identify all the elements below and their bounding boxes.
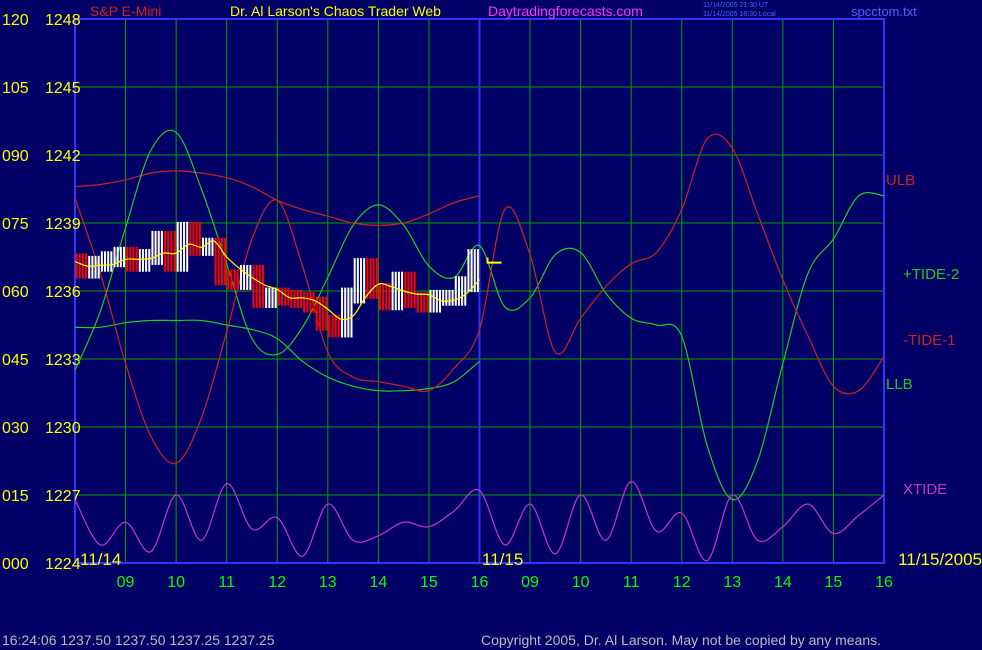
x-tick: 16 [875, 574, 893, 591]
y-tick-right: 1233 [45, 352, 81, 369]
series-label: ULB [886, 172, 915, 189]
x-tick: 10 [167, 574, 185, 591]
series-label: XTIDE [903, 481, 947, 498]
y-tick-right: 1227 [45, 488, 81, 505]
series-label: +TIDE-2 [903, 266, 959, 283]
y-tick-left: 105 [2, 80, 29, 97]
series-label: LLB [886, 376, 913, 393]
x-tick: 14 [774, 574, 792, 591]
chart-grid [74, 18, 885, 564]
x-tick: 11 [218, 574, 235, 591]
x-tick: 11 [623, 574, 640, 591]
y-tick-right: 1224 [45, 556, 81, 573]
y-tick-left: 045 [2, 352, 29, 369]
y-tick-right: 1236 [45, 284, 81, 301]
x-tick: 15 [420, 574, 438, 591]
y-tick-right: 1248 [45, 12, 81, 29]
price-chart: 000 1224 015 1227 030 1230 045 1233 060 1236 075 12… [2, 2, 982, 591]
series-label: -TIDE-1 [903, 332, 956, 349]
x-tick: 15 [825, 574, 843, 591]
x-tick: 09 [117, 574, 135, 591]
x-tick: 12 [268, 574, 286, 591]
x-tick: 16 [471, 574, 489, 591]
last-price-marker [486, 257, 502, 264]
local-timestamp: 11/14/2005 16:30 Local [703, 11, 776, 18]
y-tick-left: 090 [2, 148, 29, 165]
y-tick-left: 075 [2, 216, 29, 233]
x-tick: 10 [572, 574, 590, 591]
x-tick: 13 [723, 574, 741, 591]
price-bars [74, 221, 502, 338]
y-tick-right: 1245 [45, 80, 81, 97]
copyright-notice: Copyright 2005, Dr. Al Larson. May not b… [481, 632, 882, 648]
data-filename: spcctom.txt [851, 4, 917, 19]
y-tick-right: 1230 [45, 420, 81, 437]
date-label: 11/15/2005 [898, 550, 982, 569]
y-tick-left: 000 [2, 556, 29, 573]
axis-labels: 000 1224 015 1227 030 1230 045 1233 060 1236 075 12… [2, 12, 982, 591]
y-tick-left: 060 [2, 284, 29, 301]
y-tick-left: 030 [2, 420, 29, 437]
date-label: 11/15 [482, 550, 523, 569]
series-layer: ULB +TIDE-2 -TIDE-1 LLB XTIDE [74, 129, 959, 562]
ut-timestamp: 11/14/2005 21:30 UT [703, 2, 769, 9]
chart-header: S&P E-Mini Dr. Al Larson's Chaos Trader … [90, 2, 917, 19]
site-title: Dr. Al Larson's Chaos Trader Web [230, 3, 441, 19]
y-tick-right: 1239 [45, 216, 81, 233]
y-tick-left: 015 [2, 488, 29, 505]
x-tick: 13 [319, 574, 337, 591]
y-tick-left: 120 [2, 12, 29, 29]
site-url-link[interactable]: Daytradingforecasts.com [488, 3, 643, 19]
x-tick: 14 [369, 574, 387, 591]
date-label: 11/14 [80, 550, 121, 569]
last-bar-readout: 16:24:06 1237.50 1237.50 1237.25 1237.25 [2, 632, 275, 648]
x-tick: 09 [521, 574, 539, 591]
symbol-label: S&P E-Mini [90, 3, 161, 19]
x-tick: 12 [673, 574, 691, 591]
y-tick-right: 1242 [45, 148, 81, 165]
